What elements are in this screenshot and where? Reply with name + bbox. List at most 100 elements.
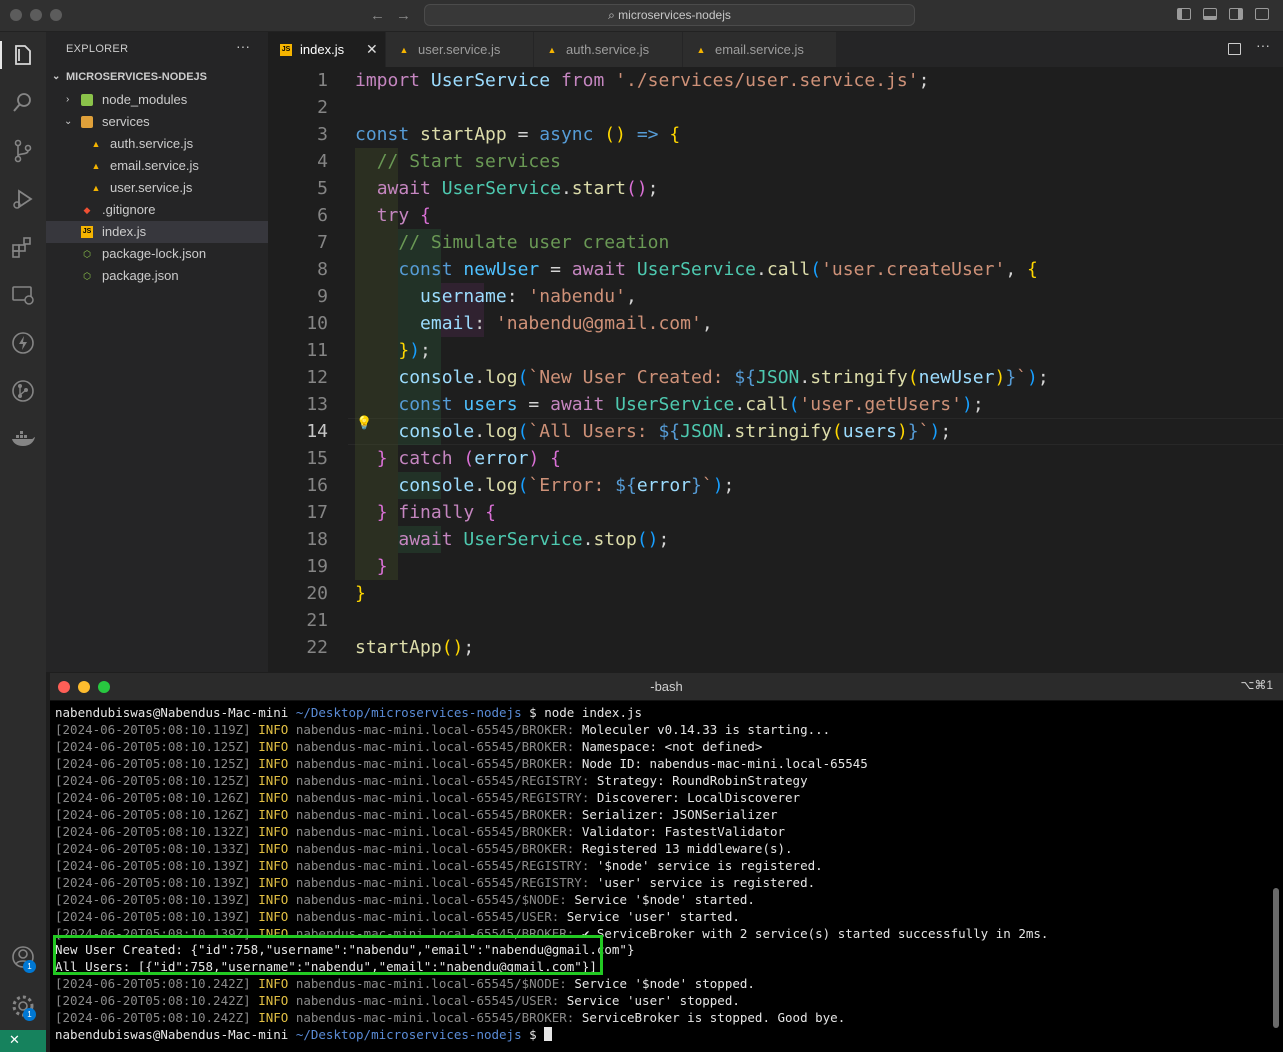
log-msg: Registered 13 middleware(s). xyxy=(581,841,793,856)
remote-indicator[interactable]: ✕ xyxy=(0,1030,46,1052)
prompt-symbol: $ xyxy=(529,1027,537,1042)
log-lvl: INFO xyxy=(258,807,289,822)
tree-item-services[interactable]: ⌄ services xyxy=(46,111,268,133)
terminal-window[interactable]: -bash ⌥⌘1 nabendubiswas@Nabendus-Mac-min… xyxy=(50,673,1283,1052)
back-arrow-icon[interactable]: ← xyxy=(370,7,385,24)
split-editor-icon[interactable] xyxy=(1228,43,1241,55)
tree-item-package-lock[interactable]: ⬡ package-lock.json xyxy=(46,243,268,265)
zoom-window-button[interactable] xyxy=(50,9,62,21)
explorer-icon[interactable] xyxy=(0,41,37,69)
log-src: nabendus-mac-mini.local-65545/BROKER: xyxy=(295,824,575,839)
more-actions-icon[interactable]: ··· xyxy=(236,38,250,54)
terminal-prompt-line: nabendubiswas@Nabendus-Mac-mini ~/Deskto… xyxy=(55,1026,553,1043)
log-lvl: INFO xyxy=(258,790,289,805)
code-line-3: const startApp = async () => { xyxy=(355,124,681,145)
tree-item-index-js[interactable]: JS index.js xyxy=(46,221,268,243)
log-src: nabendus-mac-mini.local-65545/BROKER: xyxy=(295,756,575,771)
folder-node-icon xyxy=(81,94,93,106)
log-msg: Validator: FastestValidator xyxy=(581,824,786,839)
line-number: 16 xyxy=(306,475,328,496)
forward-arrow-icon[interactable]: → xyxy=(396,7,411,24)
nodejs-file-icon: ⬡ xyxy=(83,271,91,281)
log-line: [2024-06-20T05:08:10.125Z] INFO nabendus… xyxy=(55,772,808,789)
toggle-panel-icon[interactable] xyxy=(1203,8,1217,20)
tab-index-js[interactable]: JS index.js ✕ xyxy=(268,32,386,67)
activity-bar: 1 1 xyxy=(0,32,46,1052)
log-line: [2024-06-20T05:08:10.139Z] INFO nabendus… xyxy=(55,891,755,908)
more-tab-actions-icon[interactable]: ··· xyxy=(1256,37,1270,53)
nodejs-file-icon: ⬡ xyxy=(83,249,91,259)
line-number: 21 xyxy=(306,610,328,631)
log-line: [2024-06-20T05:08:10.126Z] INFO nabendus… xyxy=(55,789,800,806)
log-msg: Namespace: <not defined> xyxy=(581,739,763,754)
line-number: 17 xyxy=(306,502,328,523)
tab-email-service[interactable]: ▲ email.service.js xyxy=(683,32,837,67)
customize-layout-icon[interactable] xyxy=(1255,8,1269,20)
tree-item-email-service[interactable]: ▲ email.service.js xyxy=(46,155,268,177)
tree-item-auth-service[interactable]: ▲ auth.service.js xyxy=(46,133,268,155)
log-msg: ✔ ServiceBroker with 2 service(s) starte… xyxy=(581,926,1049,941)
log-msg: Service 'user' stopped. xyxy=(566,993,740,1008)
log-ts: [2024-06-20T05:08:10.242Z] xyxy=(55,1010,251,1025)
moleculer-file-icon: ▲ xyxy=(91,183,101,193)
thunder-client-icon[interactable] xyxy=(9,329,37,357)
source-control-icon[interactable] xyxy=(9,137,37,165)
log-src: nabendus-mac-mini.local-65545/BROKER: xyxy=(295,807,575,822)
tree-item-gitignore[interactable]: ◆ .gitignore xyxy=(46,199,268,221)
toggle-sidebar-icon[interactable] xyxy=(1177,8,1191,20)
log-msg: Serializer: JSONSerializer xyxy=(581,807,778,822)
tree-item-node-modules[interactable]: › node_modules xyxy=(46,89,268,111)
log-lvl: INFO xyxy=(258,875,289,890)
git-graph-icon[interactable] xyxy=(9,377,37,405)
close-tab-icon[interactable]: ✕ xyxy=(366,32,378,67)
explorer-title: EXPLORER xyxy=(66,43,129,55)
tab-auth-service[interactable]: ▲ auth.service.js xyxy=(534,32,683,67)
log-src: nabendus-mac-mini.local-65545/USER: xyxy=(295,909,560,924)
command-center-search[interactable]: ⌕ microservices-nodejs xyxy=(424,4,915,26)
remote-explorer-icon[interactable] xyxy=(9,281,37,309)
log-lvl: INFO xyxy=(258,892,289,907)
line-number: 9 xyxy=(317,286,328,307)
log-ts: [2024-06-20T05:08:10.139Z] xyxy=(55,892,251,907)
line-number: 14 xyxy=(306,421,328,442)
tab-label: index.js xyxy=(300,42,345,57)
tab-label: email.service.js xyxy=(715,42,804,57)
log-line: [2024-06-20T05:08:10.139Z] INFO nabendus… xyxy=(55,908,740,925)
prompt-user: nabendubiswas@Nabendus-Mac-mini xyxy=(55,705,289,720)
toggle-secondary-sidebar-icon[interactable] xyxy=(1229,8,1243,20)
terminal-title: -bash xyxy=(650,679,683,694)
search-icon[interactable] xyxy=(9,89,37,117)
line-number: 18 xyxy=(306,529,328,550)
extensions-icon[interactable] xyxy=(9,233,37,261)
tree-item-user-service[interactable]: ▲ user.service.js xyxy=(46,177,268,199)
docker-icon[interactable] xyxy=(9,425,37,453)
log-msg: '$node' service is registered. xyxy=(596,858,823,873)
tree-item-package-json[interactable]: ⬡ package.json xyxy=(46,265,268,287)
log-ts: [2024-06-20T05:08:10.125Z] xyxy=(55,773,251,788)
log-msg: Node ID: nabendus-mac-mini.local-65545 xyxy=(581,756,868,771)
code-line-18: await UserService.stop(); xyxy=(398,529,670,550)
line-number: 15 xyxy=(306,448,328,469)
log-ts: [2024-06-20T05:08:10.119Z] xyxy=(55,722,251,737)
log-ts: [2024-06-20T05:08:10.133Z] xyxy=(55,841,251,856)
code-line-5: await UserService.start(); xyxy=(376,178,659,199)
code-editor[interactable]: 1 2 3 4 5 6 7 8 9 10 11 12 13 14 15 16 17 18 19 20 21 22 💡 im… xyxy=(268,67,1283,672)
code-line-6: try { xyxy=(376,205,431,226)
close-window-button[interactable] xyxy=(10,9,22,21)
project-folder-header[interactable]: ⌄ MICROSERVICES-NODEJS xyxy=(46,66,268,88)
log-msg: Service '$node' stopped. xyxy=(574,976,755,991)
log-msg: Service '$node' started. xyxy=(574,892,755,907)
terminal-scrollbar[interactable] xyxy=(1273,888,1279,1028)
chevron-down-icon: ⌄ xyxy=(64,116,73,127)
tab-user-service[interactable]: ▲ user.service.js xyxy=(386,32,534,67)
log-line: [2024-06-20T05:08:10.126Z] INFO nabendus… xyxy=(55,806,778,823)
log-src: nabendus-mac-mini.local-65545/BROKER: xyxy=(295,1010,575,1025)
log-lvl: INFO xyxy=(258,858,289,873)
minimize-window-button[interactable] xyxy=(30,9,42,21)
run-debug-icon[interactable] xyxy=(9,185,37,213)
accounts-badge: 1 xyxy=(23,960,36,973)
line-number: 2 xyxy=(317,97,328,118)
search-label: microservices-nodejs xyxy=(618,8,731,22)
terminal-prompt-line: nabendubiswas@Nabendus-Mac-mini ~/Deskto… xyxy=(55,704,642,721)
js-file-icon: JS xyxy=(280,44,292,56)
